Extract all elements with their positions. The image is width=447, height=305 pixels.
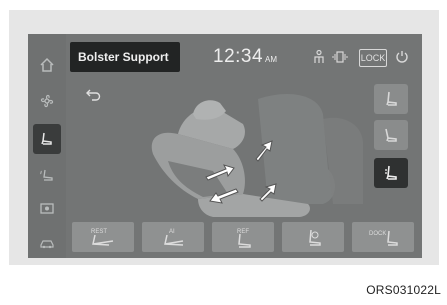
dock-label: DOCK	[369, 231, 386, 237]
ai-mode-button[interactable]: AI	[142, 222, 204, 252]
lock-button[interactable]: LOCK	[359, 49, 387, 67]
display-icon[interactable]	[32, 196, 62, 222]
home-icon[interactable]	[32, 52, 62, 78]
seat-adjust-button[interactable]	[282, 222, 344, 252]
dock-mode-button[interactable]: DOCK	[352, 222, 414, 252]
seat-recline-icon[interactable]	[374, 120, 408, 150]
page-title: Bolster Support	[70, 42, 180, 72]
seat-sensor-icon[interactable]	[332, 49, 348, 70]
ai-label: AI	[169, 229, 175, 235]
seat-occupant-icon[interactable]	[311, 49, 327, 70]
clock-time: 12:34	[213, 46, 264, 67]
figure-code: ORS031022L	[366, 283, 441, 297]
back-icon[interactable]	[85, 88, 101, 107]
ref-mode-button[interactable]: REF	[212, 222, 274, 252]
seat-illustration	[151, 94, 363, 217]
seat-heat-icon[interactable]	[32, 162, 62, 188]
car-icon[interactable]	[32, 230, 62, 256]
power-icon[interactable]	[394, 49, 410, 70]
bottom-button-row: REST AI REF DOCK	[68, 222, 422, 254]
clock: 12:34 AM	[213, 46, 277, 68]
sidebar	[28, 34, 66, 258]
rest-label: REST	[91, 229, 107, 235]
clock-ampm: AM	[265, 55, 278, 64]
ref-label: REF	[237, 229, 249, 235]
seat-control-screen: Bolster Support 12:34 AM LOCK REST AI RE…	[28, 34, 422, 258]
seat-bolster-icon[interactable]	[374, 158, 408, 188]
rest-mode-button[interactable]: REST	[72, 222, 134, 252]
seat-icon[interactable]	[33, 124, 61, 154]
fan-icon[interactable]	[32, 88, 62, 114]
seat-upright-icon[interactable]	[374, 84, 408, 114]
